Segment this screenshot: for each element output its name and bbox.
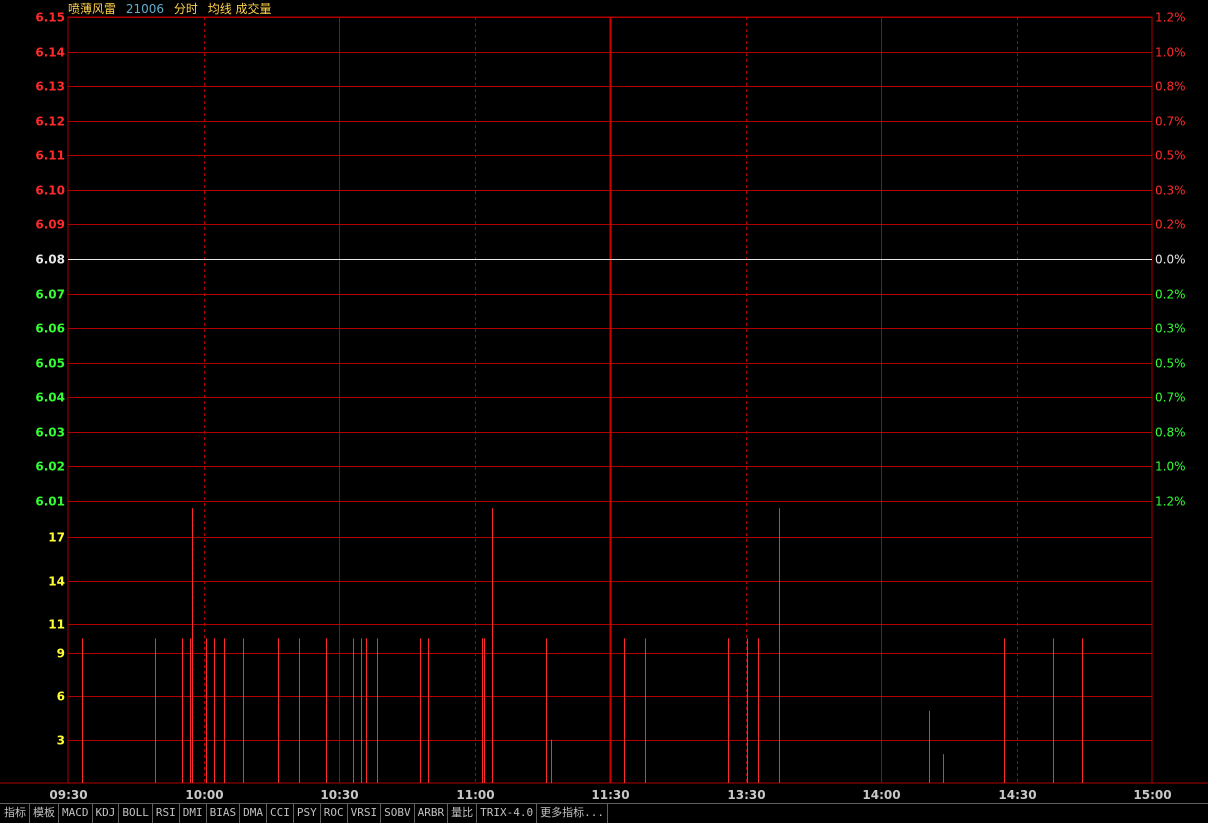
indicator-tab[interactable]: VRSI — [348, 804, 382, 823]
time-tick-label: 14:30 — [998, 788, 1036, 802]
volume-tick-label: 9 — [57, 647, 65, 661]
percent-tick-label: 1.2% — [1155, 495, 1186, 509]
percent-tick-label: 0.7% — [1155, 391, 1186, 405]
volume-tick-label: 3 — [57, 734, 65, 748]
tab-bar-spacer — [608, 804, 1208, 823]
time-tick-label: 13:30 — [727, 788, 765, 802]
price-tick-label: 6.10 — [35, 184, 65, 198]
volume-tick-label: 11 — [48, 618, 65, 632]
price-tick-label: 6.09 — [35, 218, 65, 232]
percent-tick-label: 0.0% — [1155, 253, 1186, 267]
indicator-tab[interactable]: TRIX-4.0 — [477, 804, 538, 823]
indicator-tab[interactable]: KDJ — [93, 804, 120, 823]
price-tick-label: 6.14 — [35, 46, 65, 60]
indicator-tab[interactable]: DMA — [240, 804, 267, 823]
price-tick-label: 6.01 — [35, 495, 65, 509]
time-tick-label: 15:00 — [1133, 788, 1171, 802]
indicator-tab[interactable]: DMI — [180, 804, 207, 823]
price-tick-label: 6.04 — [35, 391, 65, 405]
percent-tick-label: 0.5% — [1155, 357, 1186, 371]
indicator-tab[interactable]: BOLL — [119, 804, 153, 823]
indicator-tab[interactable]: ARBR — [415, 804, 449, 823]
indicator-tab[interactable]: 指标 — [0, 804, 30, 823]
volume-tick-label: 6 — [57, 690, 65, 704]
percent-tick-label: 0.8% — [1155, 426, 1186, 440]
indicator-tab[interactable]: CCI — [267, 804, 294, 823]
time-tick-label: 11:30 — [591, 788, 629, 802]
price-tick-label: 6.06 — [35, 322, 65, 336]
indicator-tab[interactable]: 更多指标... — [537, 804, 608, 823]
percent-tick-label: 1.0% — [1155, 460, 1186, 474]
indicator-tab[interactable]: SOBV — [381, 804, 415, 823]
percent-tick-label: 0.5% — [1155, 149, 1186, 163]
time-tick-label: 10:30 — [320, 788, 358, 802]
indicator-tab[interactable]: ROC — [321, 804, 348, 823]
time-tick-label: 09:30 — [49, 788, 87, 802]
percent-tick-label: 0.3% — [1155, 184, 1186, 198]
price-tick-label: 6.03 — [35, 426, 65, 440]
time-tick-label: 14:00 — [862, 788, 900, 802]
price-tick-label: 6.05 — [35, 357, 65, 371]
indicator-tab[interactable]: BIAS — [207, 804, 241, 823]
price-tick-label: 6.11 — [35, 149, 65, 163]
price-tick-label: 6.15 — [35, 11, 65, 25]
indicator-tab[interactable]: 模板 — [30, 804, 59, 823]
price-tick-label: 6.07 — [35, 288, 65, 302]
percent-tick-label: 0.2% — [1155, 218, 1186, 232]
time-tick-label: 10:00 — [185, 788, 223, 802]
indicator-tab[interactable]: PSY — [294, 804, 321, 823]
percent-tick-label: 0.8% — [1155, 80, 1186, 94]
percent-tick-label: 0.2% — [1155, 288, 1186, 302]
indicator-tab-bar: 指标 模板 MACD KDJ BOLL RSI DMI BIAS DMA CCI PSY ROC VRS… — [0, 803, 1208, 823]
indicator-tab[interactable]: MACD — [59, 804, 93, 823]
percent-tick-label: 1.2% — [1155, 11, 1186, 25]
intraday-chart: 6.15 1.2% 6.14 1.0% 6.13 0.8% 6.12 0.7% 6.11 0.5%… — [0, 11, 1208, 802]
price-tick-label: 6.08 — [35, 253, 65, 267]
volume-tick-label: 17 — [48, 531, 65, 545]
price-tick-label: 6.13 — [35, 80, 65, 94]
indicator-tab[interactable]: 量比 — [448, 804, 478, 823]
percent-tick-label: 0.7% — [1155, 115, 1186, 129]
indicator-tab[interactable]: RSI — [153, 804, 180, 823]
percent-tick-label: 0.3% — [1155, 322, 1186, 336]
volume-tick-label: 14 — [48, 575, 65, 589]
price-tick-label: 6.12 — [35, 115, 65, 129]
price-tick-label: 6.02 — [35, 460, 65, 474]
time-tick-label: 11:00 — [456, 788, 494, 802]
percent-tick-label: 1.0% — [1155, 46, 1186, 60]
